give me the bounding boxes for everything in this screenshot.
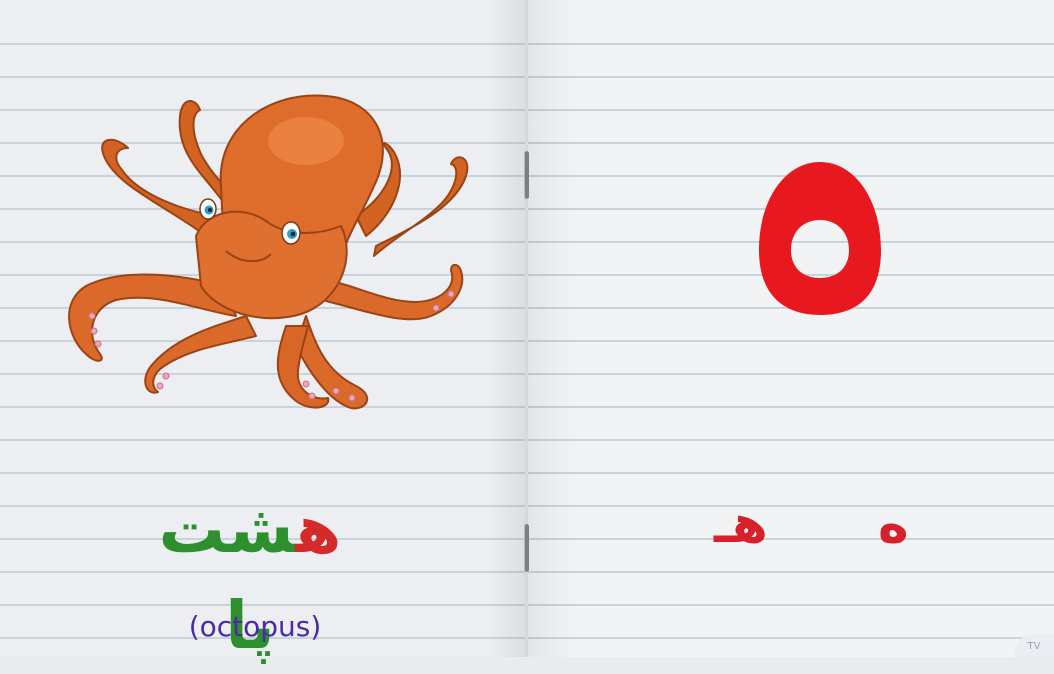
word-highlight-letter: ه [295,491,342,568]
vocabulary-word: هشت پا [130,482,370,664]
binder-ring-bottom [524,524,529,572]
word-translation: (octopus) [188,610,322,643]
letter-initial-form: هـ [714,495,768,555]
binder-ring-top [524,151,529,199]
big-letter-icon [759,162,881,315]
letter-isolated-form: ه [878,495,909,555]
octopus-illustration [68,94,469,410]
